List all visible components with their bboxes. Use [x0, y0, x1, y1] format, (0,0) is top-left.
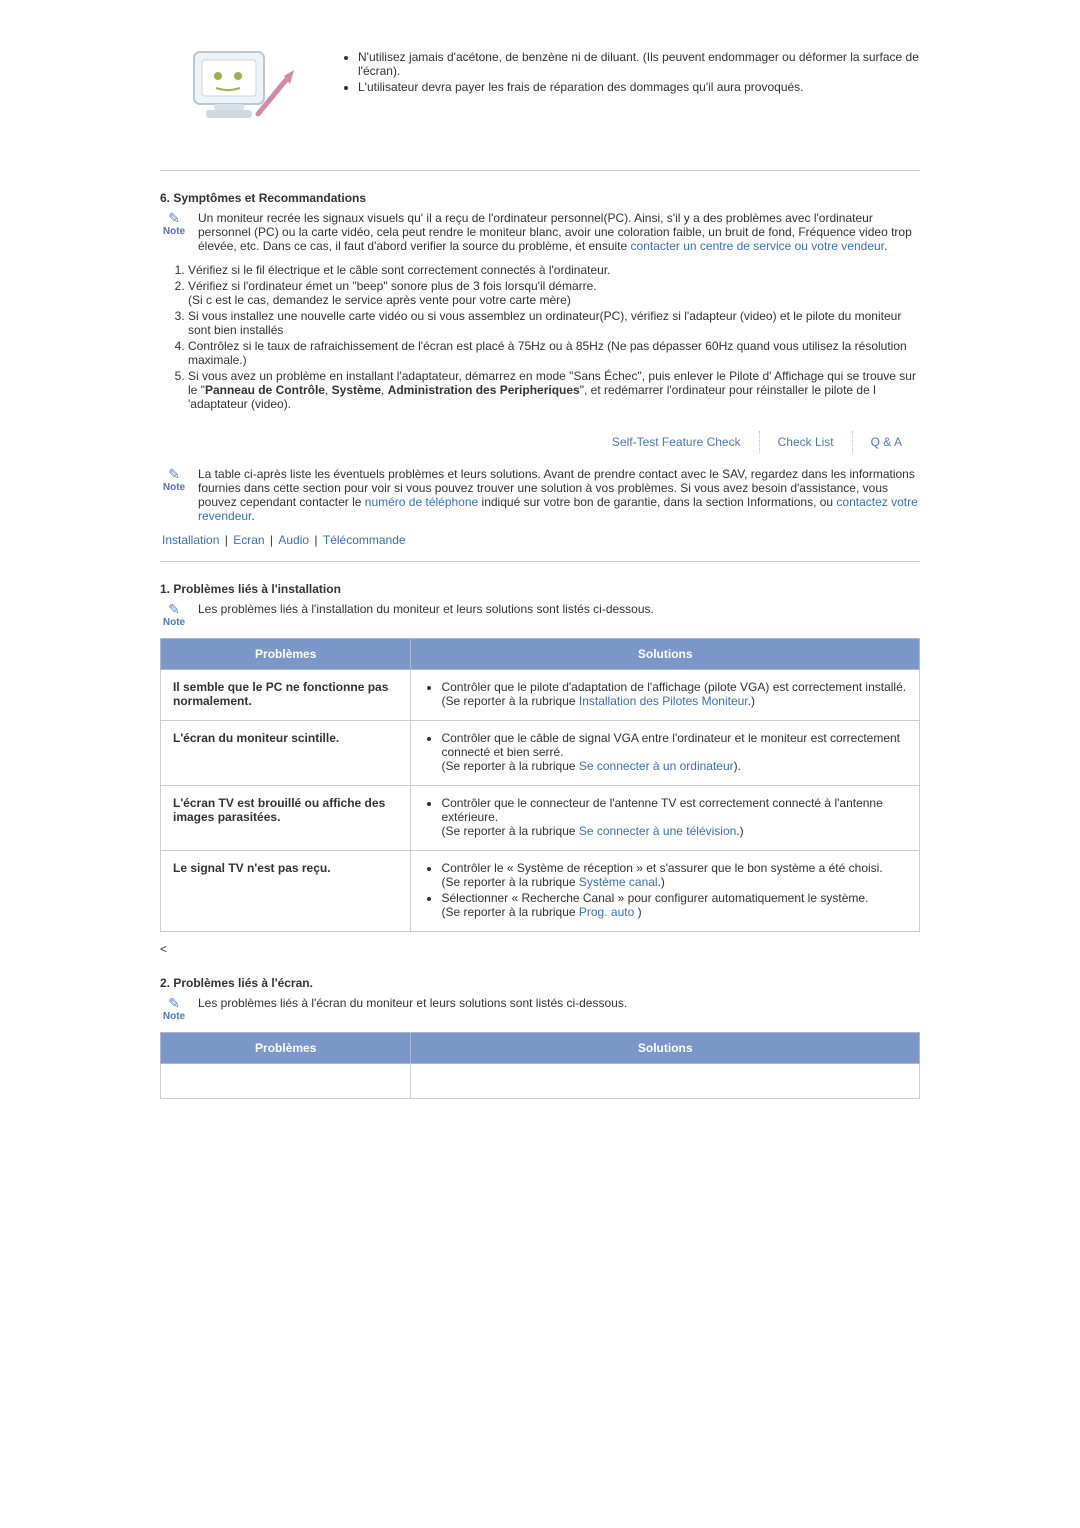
table-row: L'écran TV est brouillé ou affiche des i…: [161, 786, 920, 851]
link-telecommande[interactable]: Télécommande: [323, 533, 406, 547]
col-header-problems: Problèmes: [161, 1033, 411, 1064]
problem-cell: L'écran TV est brouillé ou affiche des i…: [161, 786, 411, 851]
table-row: L'écran du moniteur scintille. Contrôler…: [161, 721, 920, 786]
note-block: ✎ Note Un moniteur recrée les signaux vi…: [160, 211, 920, 253]
table-row: [161, 1064, 920, 1099]
list-item: Vérifiez si le fil électrique et le câbl…: [188, 263, 920, 277]
note-icon: ✎ Note: [160, 998, 188, 1022]
note-text: Les problèmes liés à l'écran du moniteur…: [198, 996, 920, 1010]
list-item: Contrôlez si le taux de rafraichissement…: [188, 339, 920, 367]
note-icon: ✎ Note: [160, 213, 188, 237]
link-prog-auto[interactable]: Prog. auto: [579, 905, 634, 919]
phone-number-link[interactable]: numéro de téléphone: [365, 495, 478, 509]
note-text: Les problèmes liés à l'installation du m…: [198, 602, 920, 616]
section-6-heading: 6. Symptômes et Recommandations: [160, 191, 920, 205]
solution-cell: Contrôler que le pilote d'adaptation de …: [411, 670, 920, 721]
top-row: N'utilisez jamais d'acétone, de benzène …: [160, 40, 920, 140]
problem-cell: Le signal TV n'est pas reçu.: [161, 851, 411, 932]
bullet-item: N'utilisez jamais d'acétone, de benzène …: [358, 50, 920, 78]
tab-check-list[interactable]: Check List: [760, 431, 853, 453]
table-row: Le signal TV n'est pas reçu. Contrôler l…: [161, 851, 920, 932]
section-nav-links: Installation | Ecran | Audio | Télécomma…: [160, 533, 920, 547]
table-row: Il semble que le PC ne fonctionne pas no…: [161, 670, 920, 721]
tabs-bar: Self-Test Feature Check Check List Q & A: [160, 431, 920, 453]
solution-cell: Contrôler que le connecteur de l'antenne…: [411, 786, 920, 851]
note-icon: ✎ Note: [160, 469, 188, 493]
link-driver-install[interactable]: Installation des Pilotes Moniteur: [579, 694, 748, 708]
note-icon: ✎ Note: [160, 604, 188, 628]
top-bullets: N'utilisez jamais d'acétone, de benzène …: [340, 40, 920, 96]
section-2-heading: 2. Problèmes liés à l'écran.: [160, 976, 920, 990]
list-item: Si vous avez un problème en installant l…: [188, 369, 920, 411]
stray-angle-bracket: <: [160, 942, 920, 956]
tab-qa[interactable]: Q & A: [853, 431, 920, 453]
link-connect-computer[interactable]: Se connecter à un ordinateur: [579, 759, 734, 773]
link-audio[interactable]: Audio: [278, 533, 309, 547]
problem-cell: Il semble que le PC ne fonctionne pas no…: [161, 670, 411, 721]
note-text: La table ci-après liste les éventuels pr…: [198, 467, 920, 523]
problem-cell: L'écran du moniteur scintille.: [161, 721, 411, 786]
list-item: Vérifiez si l'ordinateur émet un "beep" …: [188, 279, 920, 307]
list-item: Si vous installez une nouvelle carte vid…: [188, 309, 920, 337]
service-center-link[interactable]: contacter un centre de service ou votre …: [631, 239, 884, 253]
divider: [160, 561, 920, 562]
document-page: N'utilisez jamais d'acétone, de benzène …: [160, 0, 920, 1149]
symptom-list: Vérifiez si le fil électrique et le câbl…: [160, 263, 920, 411]
tab-self-test[interactable]: Self-Test Feature Check: [594, 431, 760, 453]
table-screen-problems: Problèmes Solutions: [160, 1032, 920, 1099]
solution-cell: Contrôler le « Système de réception » et…: [411, 851, 920, 932]
section-1-heading: 1. Problèmes liés à l'installation: [160, 582, 920, 596]
link-installation[interactable]: Installation: [162, 533, 219, 547]
link-channel-system[interactable]: Système canal: [579, 875, 658, 889]
col-header-problems: Problèmes: [161, 639, 411, 670]
bullet-item: L'utilisateur devra payer les frais de r…: [358, 80, 920, 94]
link-ecran[interactable]: Ecran: [233, 533, 264, 547]
solution-cell: [411, 1064, 920, 1099]
note-block: ✎ Note Les problèmes liés à l'écran du m…: [160, 996, 920, 1022]
col-header-solutions: Solutions: [411, 1033, 920, 1064]
problem-cell: [161, 1064, 411, 1099]
monitor-wand-illustration: [180, 40, 300, 140]
note-text: Un moniteur recrée les signaux visuels q…: [198, 211, 920, 253]
divider: [160, 170, 920, 171]
note-block: ✎ Note La table ci-après liste les évent…: [160, 467, 920, 523]
table-installation-problems: Problèmes Solutions Il semble que le PC …: [160, 638, 920, 932]
note-block: ✎ Note Les problèmes liés à l'installati…: [160, 602, 920, 628]
solution-cell: Contrôler que le câble de signal VGA ent…: [411, 721, 920, 786]
link-connect-tv[interactable]: Se connecter à une télévision: [579, 824, 736, 838]
col-header-solutions: Solutions: [411, 639, 920, 670]
